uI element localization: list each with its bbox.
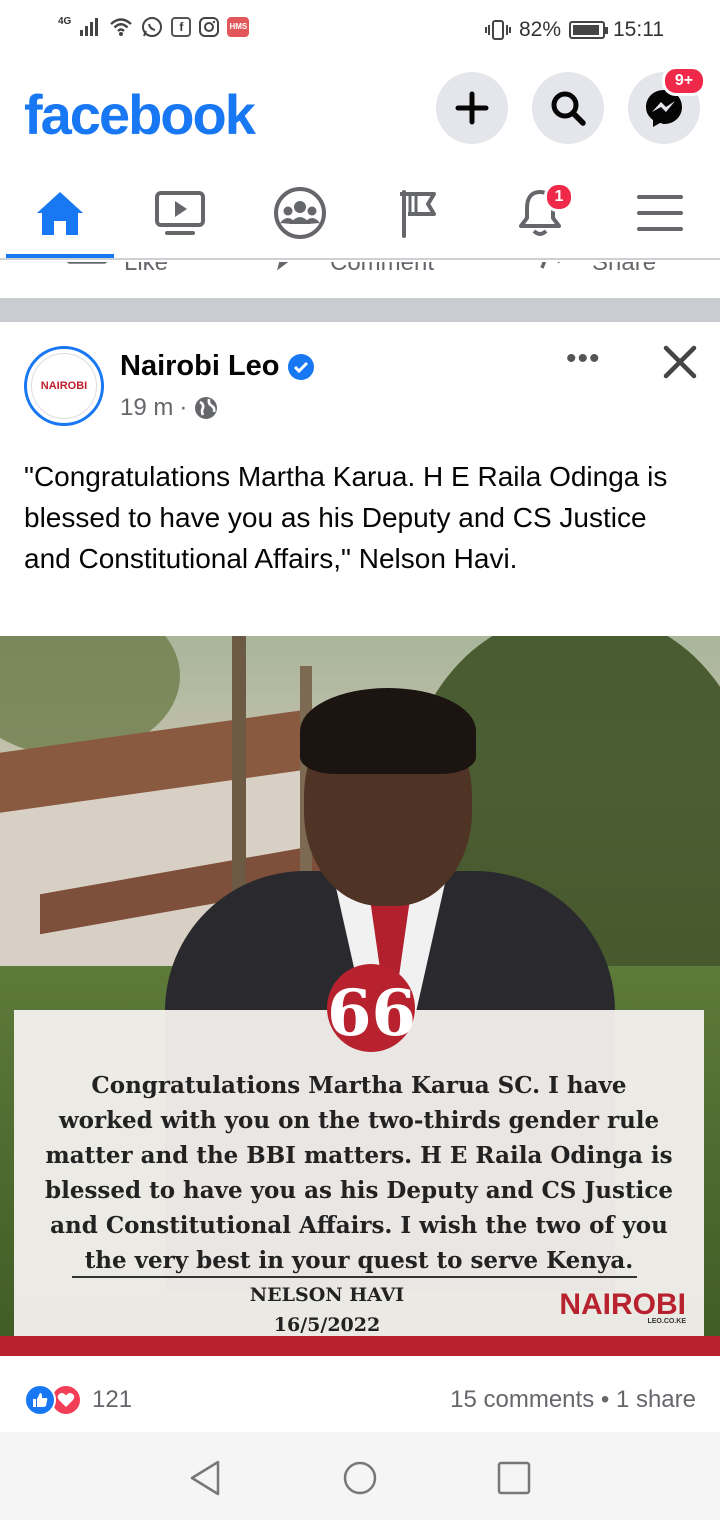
clock: 15:11 xyxy=(613,18,664,41)
post-meta: 19 m · xyxy=(120,394,219,422)
logo-text: NAIROBI xyxy=(559,1288,686,1321)
nairobi-leo-logo: NAIROBI LEO.CO.KE xyxy=(559,1288,686,1325)
quote-text: Congratulations Martha Karua SC. I have … xyxy=(45,1072,673,1274)
facebook-app-icon: f xyxy=(171,17,192,37)
reactions-row: 121 15 comments • 1 share xyxy=(0,1358,720,1438)
active-tab-indicator xyxy=(6,254,114,258)
page-avatar[interactable]: NAIROBI xyxy=(24,346,104,426)
globe-icon xyxy=(195,397,218,419)
page-name[interactable]: Nairobi Leo xyxy=(120,350,314,383)
instagram-icon xyxy=(199,17,220,37)
status-bar: 4G f HMS 82% 15:11 xyxy=(0,0,720,62)
app-header: facebook 9+ xyxy=(0,62,720,162)
post-image[interactable]: 66 Congratulations Martha Karua SC. I ha… xyxy=(0,636,720,1356)
status-right-icons: 82% 15:11 xyxy=(484,18,664,42)
share-button[interactable]: Share xyxy=(538,262,656,278)
quote-attribution: NELSON HAVI 16/5/2022 xyxy=(14,1280,640,1340)
back-button[interactable] xyxy=(186,1458,226,1498)
back-icon xyxy=(190,1460,220,1496)
hide-post-button[interactable] xyxy=(660,342,700,382)
video-icon xyxy=(155,191,205,235)
feed-separator xyxy=(0,298,720,322)
recents-button[interactable] xyxy=(494,1458,534,1498)
tab-notifications[interactable]: 1 xyxy=(480,168,600,258)
system-nav-bar xyxy=(0,1432,720,1520)
meta-separator: · xyxy=(179,394,188,421)
person-hair xyxy=(300,688,476,774)
hms-icon: HMS xyxy=(227,17,250,37)
tab-pages[interactable] xyxy=(360,168,480,258)
thumbs-up-icon xyxy=(66,262,108,264)
notifications-badge: 1 xyxy=(544,182,574,212)
avatar-logo: NAIROBI xyxy=(31,353,97,419)
comment-button[interactable]: Comment xyxy=(276,262,434,278)
reaction-count: 121 xyxy=(92,1386,133,1413)
comments-shares-count[interactable]: 15 comments • 1 share xyxy=(450,1386,696,1414)
groups-icon xyxy=(274,187,326,239)
page-name-text: Nairobi Leo xyxy=(120,350,280,382)
close-icon xyxy=(663,345,697,379)
more-options-button[interactable]: ••• xyxy=(566,342,601,376)
search-icon xyxy=(551,91,586,126)
quote-card: 66 Congratulations Martha Karua SC. I ha… xyxy=(14,964,704,1336)
nav-tabs: 1 xyxy=(0,168,720,260)
battery-icon xyxy=(569,21,608,39)
like-button[interactable]: Like xyxy=(66,262,168,278)
flag-icon xyxy=(400,190,436,238)
signal-icon xyxy=(80,18,99,36)
vibrate-icon xyxy=(484,20,511,40)
post-text: "Congratulations Martha Karua. H E Raila… xyxy=(24,461,668,574)
tab-home[interactable] xyxy=(0,168,120,258)
home-circle-icon xyxy=(343,1461,377,1495)
battery-percent: 82% xyxy=(518,18,561,41)
create-button[interactable] xyxy=(436,72,508,144)
reaction-summary[interactable]: 121 xyxy=(24,1384,132,1416)
tab-groups[interactable] xyxy=(240,168,360,258)
plus-icon xyxy=(455,91,489,125)
facebook-logo[interactable]: facebook xyxy=(24,82,256,147)
wifi-icon xyxy=(110,18,133,36)
network-label: 4G xyxy=(58,16,72,27)
share-label: Share xyxy=(592,262,657,276)
like-reaction-icon xyxy=(24,1384,56,1416)
previous-post-actions: Like Comment Share xyxy=(0,262,720,298)
tab-menu[interactable] xyxy=(600,168,720,258)
search-button[interactable] xyxy=(532,72,604,144)
home-icon xyxy=(37,192,83,235)
post-time[interactable]: 19 m xyxy=(120,394,173,422)
quote-mark-icon: 66 xyxy=(327,964,416,1052)
quote-author: NELSON HAVI xyxy=(249,1284,405,1306)
home-nav-button[interactable] xyxy=(340,1458,380,1498)
verified-badge-icon xyxy=(287,353,314,380)
whatsapp-icon xyxy=(142,17,163,37)
messenger-badge: 9+ xyxy=(662,66,706,96)
tab-watch[interactable] xyxy=(120,168,240,258)
image-bottom-bar xyxy=(0,1336,720,1356)
share-icon xyxy=(540,262,560,269)
quote-divider xyxy=(72,1276,637,1278)
like-label: Like xyxy=(124,262,169,276)
comment-label: Comment xyxy=(330,262,435,276)
recents-icon xyxy=(497,1461,531,1495)
comment-icon xyxy=(277,262,289,271)
status-left-icons: 4G f HMS xyxy=(58,16,250,38)
messenger-button[interactable]: 9+ xyxy=(628,66,706,144)
menu-icon xyxy=(637,195,683,231)
